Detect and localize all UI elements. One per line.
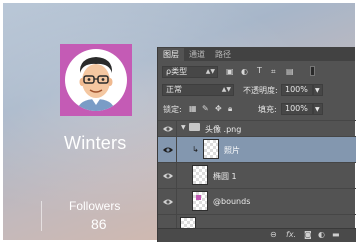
fill-input[interactable]: 100% <box>281 103 313 115</box>
opacity-label: 不透明度: <box>243 86 278 95</box>
adjustment-filter-icon[interactable]: ◐ <box>241 67 248 76</box>
lock-all-icon[interactable]: 🔒︎ <box>228 104 232 114</box>
visibility-eye-icon[interactable] <box>163 125 173 133</box>
visibility-eye-icon[interactable] <box>163 146 173 154</box>
opacity-input[interactable]: 100% <box>281 84 313 96</box>
folder-icon <box>189 123 200 131</box>
filter-row: ρ类型 ▲▼ ▣ ◐ T ⌗ ▤ <box>158 65 356 79</box>
layer-row-bounds[interactable]: @bounds <box>158 188 356 214</box>
panel-bottom-toolbar: ⊖ fx. ◙ ◐ ▬ <box>158 228 356 242</box>
panel-tabbar: 图层 通道 路径 <box>158 47 355 61</box>
layer-name: 头像 .png <box>205 125 242 134</box>
filter-kind-select[interactable]: ρ类型 ▲▼ <box>162 66 218 78</box>
followers-count: 86 <box>91 216 107 232</box>
visibility-eye-icon[interactable] <box>163 172 173 180</box>
filter-kind-value: ρ类型 <box>166 67 188 76</box>
smart-object-filter-icon[interactable]: ▤ <box>286 67 294 76</box>
layer-thumbnail <box>192 165 208 185</box>
lock-row: 锁定: ▦ ✎ ✥ 🔒︎ 填充: 100% ▼ <box>158 102 356 116</box>
layer-row-photo[interactable]: ↳ 照片 <box>158 136 356 162</box>
thumbnail-swatch <box>196 195 201 200</box>
lock-transparent-icon[interactable]: ▦ <box>189 104 197 113</box>
avatar-tile <box>60 44 132 116</box>
tab-paths[interactable]: 路径 <box>210 48 236 61</box>
mask-icon[interactable]: ◙ <box>304 230 312 239</box>
profile-name: Winters <box>64 133 127 153</box>
shape-filter-icon[interactable]: ⌗ <box>271 67 276 77</box>
link-icon[interactable]: ⊖ <box>270 230 277 239</box>
layer-thumbnail <box>192 191 208 211</box>
chevron-down-icon: ▲▼ <box>221 86 231 93</box>
layer-row-ellipse[interactable]: 椭圆 1 <box>158 162 356 188</box>
blend-mode-value: 正常 <box>166 85 182 94</box>
chevron-down-icon: ▲▼ <box>205 68 215 75</box>
opacity-slider-toggle[interactable]: ▼ <box>313 84 323 96</box>
layers-panel: 图层 通道 路径 ρ类型 ▲▼ ▣ ◐ T ⌗ ▤ 正常 ▲▼ 不透明度: 10… <box>157 47 356 242</box>
tab-layers[interactable]: 图层 <box>158 48 184 61</box>
layer-name: 照片 <box>224 146 240 155</box>
folder-icon[interactable]: ▬ <box>332 230 340 239</box>
blend-mode-select[interactable]: 正常 ▲▼ <box>162 84 234 96</box>
filter-toggle[interactable] <box>310 66 315 76</box>
fill-slider-toggle[interactable]: ▼ <box>313 103 323 115</box>
clipping-arrow-icon: ↳ <box>192 145 199 154</box>
layer-name: 椭圆 1 <box>213 172 237 181</box>
tab-channels[interactable]: 通道 <box>184 48 210 61</box>
fx-icon[interactable]: fx. <box>286 230 296 239</box>
lock-paint-icon[interactable]: ✎ <box>202 104 209 113</box>
fill-label: 填充: <box>258 105 277 114</box>
visibility-eye-icon[interactable] <box>163 198 173 206</box>
layer-separator <box>176 163 177 188</box>
layer-separator <box>176 189 177 214</box>
stats-divider <box>41 201 42 231</box>
layer-row-partial[interactable] <box>158 214 356 229</box>
chevron-down-icon: ▼ <box>315 87 320 94</box>
expand-triangle-icon[interactable]: ▼ <box>181 124 186 131</box>
chevron-down-icon: ▼ <box>315 106 320 113</box>
layer-separator <box>176 215 177 228</box>
avatar-cartoon-icon <box>77 57 115 111</box>
layer-separator <box>176 121 177 136</box>
image-filter-icon[interactable]: ▣ <box>226 67 234 76</box>
adjustment-icon[interactable]: ◐ <box>318 230 325 239</box>
layer-row-group[interactable]: ▼ 头像 .png <box>158 120 356 136</box>
avatar <box>65 49 127 111</box>
lock-position-icon[interactable]: ✥ <box>215 104 222 113</box>
followers-label: Followers <box>69 199 121 213</box>
type-filter-icon[interactable]: T <box>257 66 262 75</box>
blend-row: 正常 ▲▼ 不透明度: 100% ▼ <box>158 83 356 97</box>
layer-thumbnail <box>203 139 219 159</box>
lock-label: 锁定: <box>163 105 182 114</box>
layer-name: @bounds <box>213 197 251 206</box>
layer-separator <box>176 137 177 162</box>
